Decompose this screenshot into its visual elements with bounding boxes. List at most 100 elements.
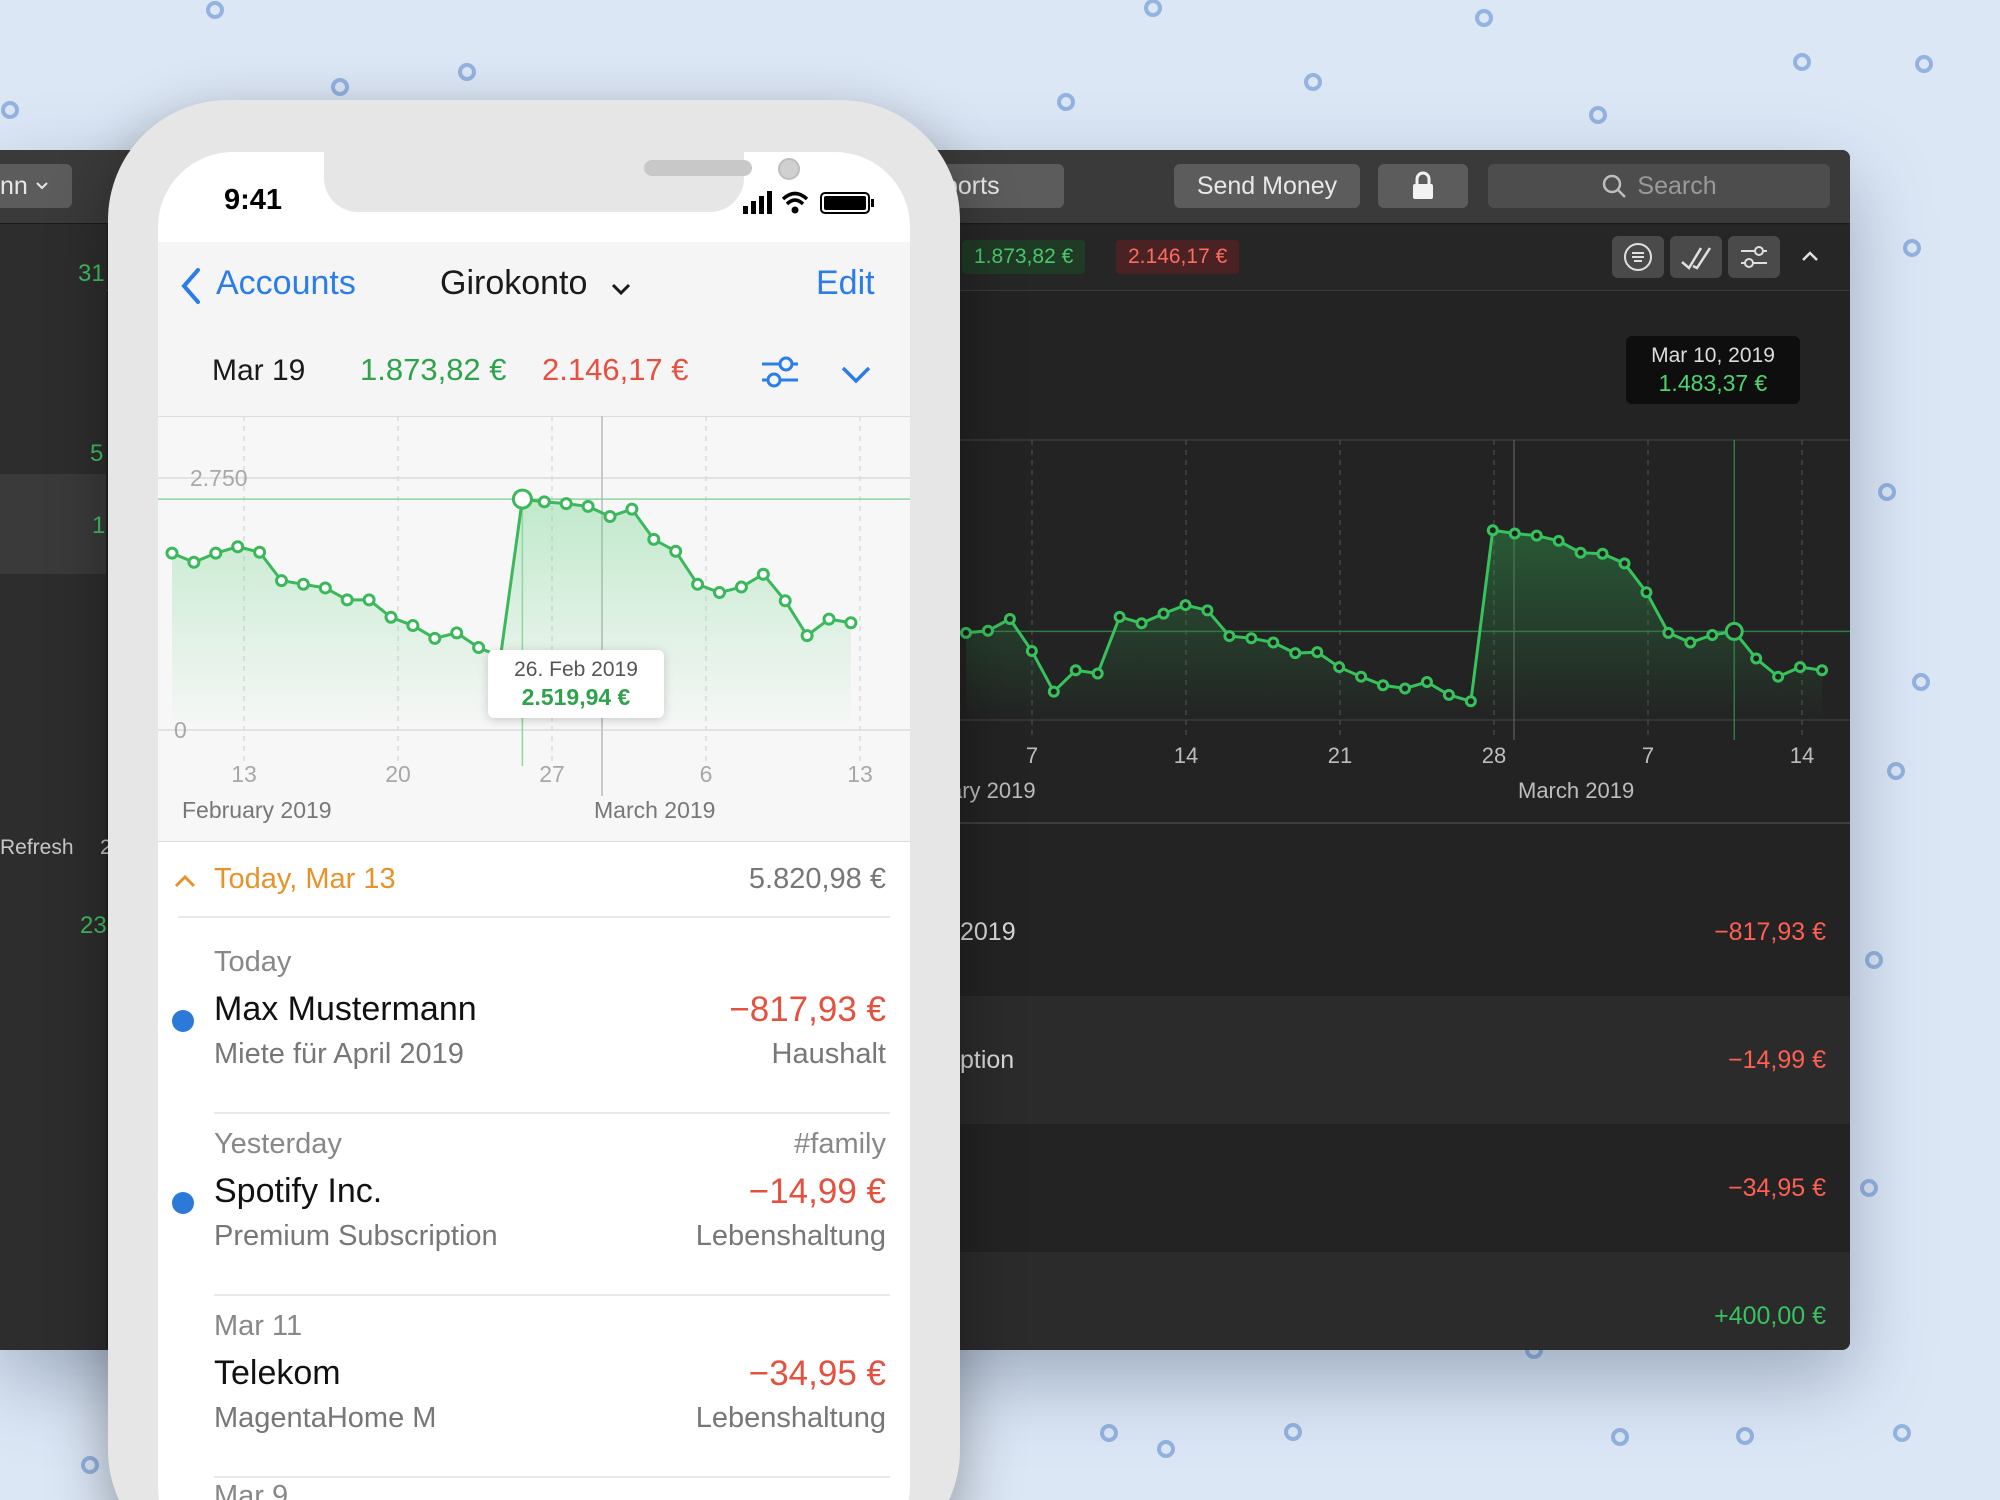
bg-dot xyxy=(1865,951,1883,969)
data-point xyxy=(450,626,464,640)
filter-icon[interactable] xyxy=(758,350,802,394)
chevron-down-icon[interactable] xyxy=(608,276,634,302)
data-point xyxy=(1399,682,1411,695)
phone-chart-tooltip: 26. Feb 2019 2.519,94 € xyxy=(488,650,664,718)
tooltip-value: 2.519,94 € xyxy=(521,684,631,710)
data-point xyxy=(1355,670,1368,683)
data-point xyxy=(187,555,201,569)
data-point xyxy=(1794,661,1807,674)
transaction-amount: +400,00 € xyxy=(1714,1301,1826,1330)
status-icons xyxy=(743,191,874,214)
unread-dot xyxy=(172,1010,194,1032)
list-view-button[interactable] xyxy=(1612,236,1664,278)
phone-balance-chart[interactable]: 2.7500132027613February 2019March 2019 xyxy=(158,416,910,842)
data-point xyxy=(1420,676,1433,689)
data-point xyxy=(1640,586,1653,599)
transaction-row[interactable]: Yesterday #family Spotify Inc. −14,99 € Prem… xyxy=(158,1116,910,1296)
battery-icon xyxy=(820,192,874,214)
data-point xyxy=(1069,664,1082,677)
chevron-left-icon[interactable] xyxy=(178,266,206,306)
account-title[interactable]: Girokonto xyxy=(440,264,587,303)
sidebar-value: 1 xyxy=(92,512,106,539)
mac-transaction-row[interactable]: 2019 −817,93 € xyxy=(950,868,1850,996)
x-tick-label: 21 xyxy=(1328,743,1352,768)
bg-dot xyxy=(81,1456,99,1474)
data-point xyxy=(537,495,551,509)
bg-dot xyxy=(1736,1427,1754,1445)
divider xyxy=(214,1294,890,1296)
data-point xyxy=(778,594,792,608)
refresh-label[interactable]: Refresh xyxy=(0,836,74,860)
transaction-row[interactable]: Mar 11 Telekom −34,95 € MagentaHome M Lebens… xyxy=(158,1298,910,1478)
data-point xyxy=(581,499,595,513)
chart-check-icon xyxy=(1681,247,1712,270)
x-group-label: February 2019 xyxy=(182,797,332,823)
data-point xyxy=(647,532,661,546)
list-icon xyxy=(1624,243,1652,271)
transaction-date: Today xyxy=(214,946,292,978)
search-icon xyxy=(1603,174,1627,198)
transaction-date: Yesterday xyxy=(214,1128,342,1160)
data-point xyxy=(1025,645,1038,658)
data-point xyxy=(1750,652,1763,665)
data-point xyxy=(296,577,310,591)
x-tick-label: 6 xyxy=(700,761,713,787)
bg-dot xyxy=(1793,53,1811,71)
data-point xyxy=(1267,636,1280,649)
data-point xyxy=(511,488,533,510)
bg-dot xyxy=(1100,1424,1118,1442)
bg-dot xyxy=(1475,9,1493,27)
data-point xyxy=(734,580,748,594)
transaction-row[interactable]: Today Max Mustermann −817,93 € Miete für Ap… xyxy=(158,934,910,1114)
data-point xyxy=(713,586,726,600)
chevron-down-icon[interactable] xyxy=(838,356,874,392)
chart-toggle-button[interactable] xyxy=(1670,236,1722,278)
x-tick-label: 14 xyxy=(1790,743,1814,768)
data-point xyxy=(1662,626,1675,639)
data-point xyxy=(669,544,683,558)
lock-button[interactable] xyxy=(1378,164,1468,208)
bg-dot xyxy=(1057,93,1075,111)
mac-transaction-row[interactable]: +400,00 € xyxy=(950,1252,1850,1350)
bg-dot xyxy=(1144,0,1162,17)
data-point xyxy=(406,619,420,633)
collapse-button[interactable] xyxy=(1784,236,1836,278)
divider xyxy=(178,916,890,918)
bg-dot xyxy=(1878,483,1896,501)
data-point xyxy=(1596,547,1609,560)
search-field[interactable]: Search xyxy=(1488,164,1830,208)
data-point xyxy=(340,593,354,607)
wifi-icon xyxy=(781,191,809,214)
bg-dot xyxy=(206,1,224,19)
data-point xyxy=(1816,664,1829,677)
data-point xyxy=(231,540,245,554)
divider xyxy=(214,1112,890,1114)
back-button[interactable]: Accounts xyxy=(216,264,356,303)
send-money-button[interactable]: Send Money xyxy=(1174,164,1360,208)
data-point xyxy=(1618,557,1631,570)
bg-dot xyxy=(1304,73,1322,91)
data-point xyxy=(362,593,376,607)
data-point xyxy=(691,577,705,591)
transaction-label: ption xyxy=(960,1045,1015,1074)
mac-expense-badge: 2.146,17 € xyxy=(1116,240,1240,274)
bg-dot xyxy=(1903,239,1921,257)
account-menu-button[interactable]: nn xyxy=(0,164,72,208)
data-point xyxy=(1003,612,1016,625)
bg-dot xyxy=(1,101,19,119)
filter-button[interactable] xyxy=(1728,236,1780,278)
bg-dot xyxy=(1284,1423,1302,1441)
data-point xyxy=(981,624,994,637)
today-label: Today, Mar 13 xyxy=(214,863,396,895)
x-tick-label: 7 xyxy=(1642,743,1654,768)
data-point xyxy=(1684,636,1697,649)
transaction-label: 2019 xyxy=(960,917,1016,946)
chevron-up-icon[interactable] xyxy=(172,868,198,894)
edit-button[interactable]: Edit xyxy=(816,264,875,303)
data-point xyxy=(1157,607,1170,620)
transaction-date: Mar 11 xyxy=(214,1310,303,1342)
tooltip-date: 26. Feb 2019 xyxy=(514,658,638,681)
mac-transaction-row[interactable]: ption −14,99 € xyxy=(950,996,1850,1124)
mac-transaction-row[interactable]: −34,95 € xyxy=(950,1124,1850,1252)
data-point xyxy=(472,641,486,655)
